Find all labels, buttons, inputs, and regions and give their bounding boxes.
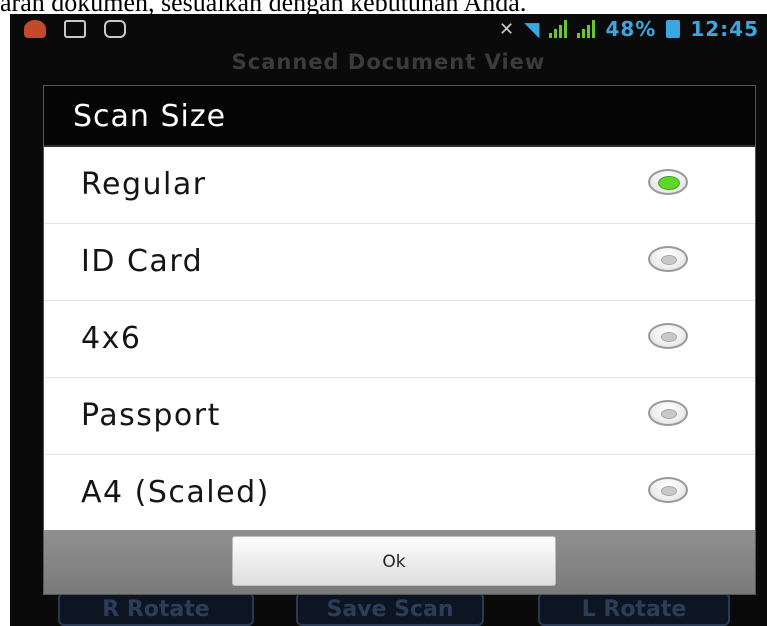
- screen-title: Scanned Document View: [231, 50, 546, 74]
- dialog-header: Scan Size: [44, 86, 755, 147]
- option-label: 4x6: [81, 321, 142, 356]
- image-icon: [64, 20, 86, 38]
- signal-icon: [577, 20, 596, 38]
- radio-button[interactable]: [648, 246, 688, 272]
- radio-dot-icon: [661, 255, 677, 265]
- battery-icon: [666, 20, 681, 38]
- mute-icon: ✕: [498, 18, 515, 40]
- battery-percent: 48%: [605, 17, 657, 41]
- phone-screen: ✕ ◥ 48% 12:45 Scanned Document View R Ro…: [10, 14, 767, 626]
- dialog-footer: Ok: [44, 530, 755, 594]
- option-a4-scaled[interactable]: A4 (Scaled): [44, 455, 755, 532]
- option-label: Passport: [81, 398, 221, 433]
- radio-dot-icon: [661, 409, 677, 419]
- option-4x6[interactable]: 4x6: [44, 301, 755, 378]
- option-id-card[interactable]: ID Card: [44, 224, 755, 301]
- scan-size-dialog: Scan Size Regular ID Card 4x6 Passport A…: [44, 86, 755, 594]
- notification-icon: [24, 20, 46, 38]
- radio-button[interactable]: [648, 477, 688, 503]
- option-label: ID Card: [81, 244, 204, 279]
- radio-dot-icon: [661, 486, 677, 496]
- option-label: A4 (Scaled): [81, 475, 270, 510]
- save-scan-button[interactable]: Save Scan: [296, 592, 484, 626]
- wifi-icon: ◥: [524, 17, 540, 41]
- ok-button[interactable]: Ok: [232, 536, 556, 586]
- r-rotate-button[interactable]: R Rotate: [58, 592, 254, 626]
- option-label: Regular: [81, 167, 207, 202]
- background-toolbar: R Rotate Save Scan L Rotate: [10, 590, 767, 626]
- radio-button[interactable]: [648, 323, 688, 349]
- option-regular[interactable]: Regular: [44, 147, 755, 224]
- radio-dot-icon: [661, 332, 677, 342]
- option-passport[interactable]: Passport: [44, 378, 755, 455]
- chat-icon: [104, 20, 126, 38]
- radio-dot-icon: [658, 176, 680, 190]
- dialog-title: Scan Size: [73, 99, 227, 134]
- signal-icon: [549, 20, 568, 38]
- radio-button[interactable]: [648, 400, 688, 426]
- clock: 12:45: [690, 17, 759, 41]
- l-rotate-button[interactable]: L Rotate: [538, 592, 730, 626]
- radio-button-selected[interactable]: [648, 169, 688, 195]
- status-bar: ✕ ◥ 48% 12:45: [10, 14, 767, 44]
